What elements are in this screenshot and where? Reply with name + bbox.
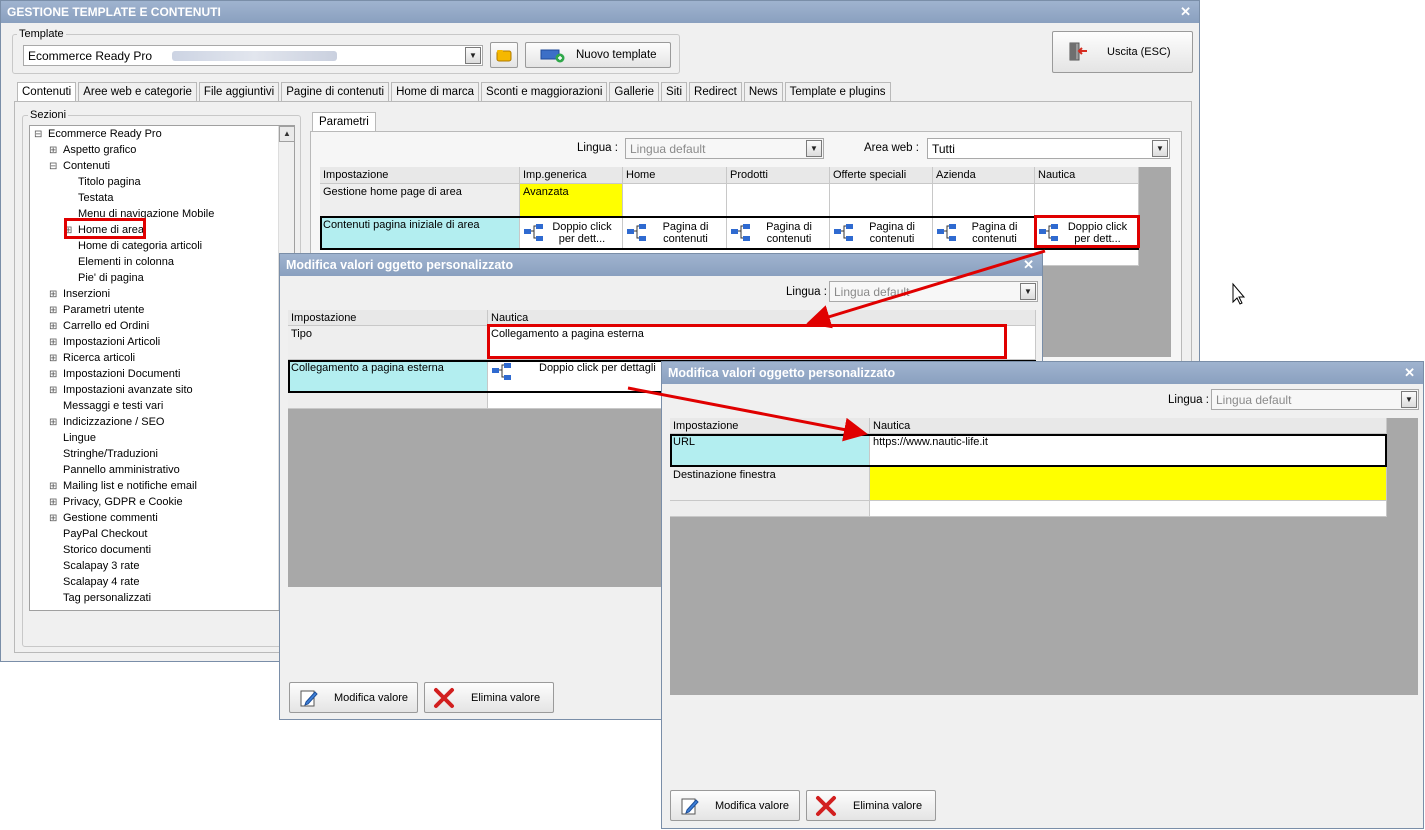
annotation-arrow	[806, 249, 1046, 329]
mouse-cursor-icon	[1232, 282, 1246, 305]
annotation-arrows	[627, 249, 1246, 442]
annotation-arrow	[627, 386, 868, 442]
